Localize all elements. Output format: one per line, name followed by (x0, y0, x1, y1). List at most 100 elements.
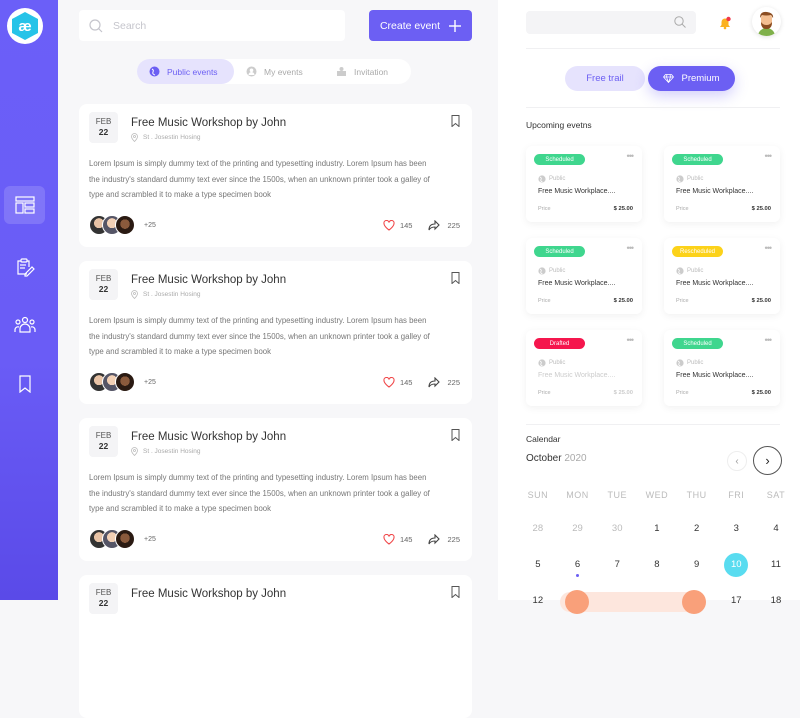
globe-icon (538, 175, 546, 183)
calendar-day[interactable]: 12 (518, 589, 558, 613)
bookmark-button[interactable] (451, 585, 460, 603)
attendee-avatars[interactable]: +25 (89, 372, 156, 392)
bookmark-icon (451, 586, 460, 599)
status-badge: Scheduled (534, 154, 585, 165)
calendar-next-button[interactable]: › (753, 446, 782, 475)
bookmark-button[interactable] (451, 428, 460, 446)
more-options-icon[interactable]: ••• (765, 243, 773, 253)
share-icon[interactable] (428, 377, 441, 388)
event-card[interactable]: FEB 22 Free Music Workshop by John St . … (79, 104, 472, 247)
upcoming-event-card[interactable]: Drafted ••• Public Free Music Workplace.… (526, 330, 642, 406)
free-trial-label: Free trail (586, 73, 624, 84)
event-card[interactable]: FEB 22 Free Music Workshop by John St . … (79, 418, 472, 561)
sidebar-item-saved[interactable] (4, 365, 45, 403)
likes-count: 145 (399, 378, 413, 387)
bookmark-icon (451, 272, 460, 285)
heart-icon[interactable] (383, 534, 395, 545)
year: 2020 (564, 453, 587, 464)
globe-icon (676, 267, 684, 275)
event-date: FEB 22 (89, 269, 118, 300)
attendee-avatar (115, 372, 135, 392)
divider (526, 48, 780, 49)
sidebar-item-people[interactable] (4, 306, 45, 344)
event-stats: 145 225 (383, 534, 460, 545)
heart-icon[interactable] (383, 220, 395, 231)
events-feed: Search Create event Public events My eve… (58, 0, 498, 718)
attendee-avatars[interactable]: +25 (89, 215, 156, 235)
event-title[interactable]: Free Music Workshop by John (131, 117, 286, 129)
calendar-day[interactable]: 5 (518, 553, 558, 577)
share-icon[interactable] (428, 534, 441, 545)
calendar-day[interactable]: 29 (558, 517, 598, 541)
upcoming-event-card[interactable]: Scheduled ••• Public Free Music Workplac… (526, 238, 642, 314)
calendar-day[interactable]: 3 (716, 517, 756, 541)
calendar-day[interactable]: 1 (637, 517, 677, 541)
attendee-avatars[interactable]: +25 (89, 529, 156, 549)
calendar-day[interactable]: 4 (756, 517, 796, 541)
event-location-text: St . Josestin Hosing (143, 291, 201, 298)
location-pin-icon (131, 290, 138, 299)
tab-invitation[interactable]: Invitation (324, 59, 411, 84)
panel-search-input[interactable] (526, 11, 696, 34)
event-card[interactable]: FEB 22 Free Music Workshop by John St . … (79, 261, 472, 404)
calendar-day[interactable]: 30 (597, 517, 637, 541)
tab-my-events[interactable]: My events (234, 59, 324, 84)
bookmark-button[interactable] (451, 114, 460, 132)
more-options-icon[interactable]: ••• (627, 335, 635, 345)
bookmark-icon (18, 375, 31, 393)
sidebar-item-tasks[interactable] (4, 248, 45, 286)
chevron-left-icon: ‹ (735, 455, 739, 467)
share-icon[interactable] (428, 220, 441, 231)
app-logo[interactable]: æ (7, 8, 43, 44)
calendar-day[interactable]: 8 (637, 553, 677, 577)
event-card[interactable]: FEB 22 Free Music Workshop by John (79, 575, 472, 718)
event-title[interactable]: Free Music Workshop by John (131, 431, 286, 443)
user-avatar[interactable] (752, 7, 781, 36)
more-options-icon[interactable]: ••• (765, 335, 773, 345)
calendar-title: Calendar (526, 434, 561, 444)
bookmark-button[interactable] (451, 271, 460, 289)
more-options-icon[interactable]: ••• (627, 151, 635, 161)
calendar-day-today[interactable]: 10 (716, 553, 756, 577)
weekday-label: WED (645, 489, 669, 500)
avatar-illustration (758, 11, 775, 36)
bookmark-icon (451, 115, 460, 128)
upcoming-event-card[interactable]: Scheduled ••• Public Free Music Workplac… (526, 146, 642, 222)
event-title[interactable]: Free Music Workshop by John (131, 588, 286, 600)
heart-icon[interactable] (383, 377, 395, 388)
calendar-day[interactable]: 28 (518, 517, 558, 541)
range-start-marker[interactable] (565, 590, 589, 614)
upcoming-event-card[interactable]: Rescheduled ••• Public Free Music Workpl… (664, 238, 780, 314)
calendar-day[interactable]: 9 (677, 553, 717, 577)
upcoming-event-card[interactable]: Scheduled ••• Public Free Music Workplac… (664, 330, 780, 406)
visibility-text: Public (687, 360, 704, 366)
weekday-label: THU (686, 489, 707, 500)
logo-icon: æ (12, 12, 38, 40)
search-placeholder: Search (113, 19, 147, 32)
calendar-day[interactable]: 18 (756, 589, 796, 613)
calendar-day[interactable]: 17 (716, 589, 756, 613)
calendar-day[interactable]: 11 (756, 553, 796, 577)
calendar-week: 28 29 30 1 2 3 4 (518, 511, 796, 547)
price-value: $ 25.00 (613, 298, 633, 304)
status-badge: Scheduled (672, 338, 723, 349)
upcoming-event-card[interactable]: Scheduled ••• Public Free Music Workplac… (664, 146, 780, 222)
calendar-day[interactable]: 7 (597, 553, 637, 577)
more-options-icon[interactable]: ••• (627, 243, 635, 253)
more-options-icon[interactable]: ••• (765, 151, 773, 161)
layout-icon (14, 196, 35, 214)
sidebar-item-dashboard[interactable] (4, 186, 45, 224)
calendar-day[interactable]: 2 (677, 517, 717, 541)
calendar-prev-button[interactable]: ‹ (727, 451, 747, 471)
calendar-day[interactable]: 6 (558, 553, 598, 577)
premium-button[interactable]: Premium (648, 66, 735, 91)
tab-public-events[interactable]: Public events (137, 59, 234, 84)
event-title[interactable]: Free Music Workshop by John (131, 274, 286, 286)
free-trial-button[interactable]: Free trail (565, 66, 645, 91)
event-stats: 145 225 (383, 377, 460, 388)
search-input[interactable]: Search (79, 10, 345, 41)
range-end-marker[interactable] (682, 590, 706, 614)
create-event-button[interactable]: Create event (369, 10, 472, 41)
price-label: Price (676, 390, 689, 396)
notification-button[interactable] (718, 16, 732, 35)
